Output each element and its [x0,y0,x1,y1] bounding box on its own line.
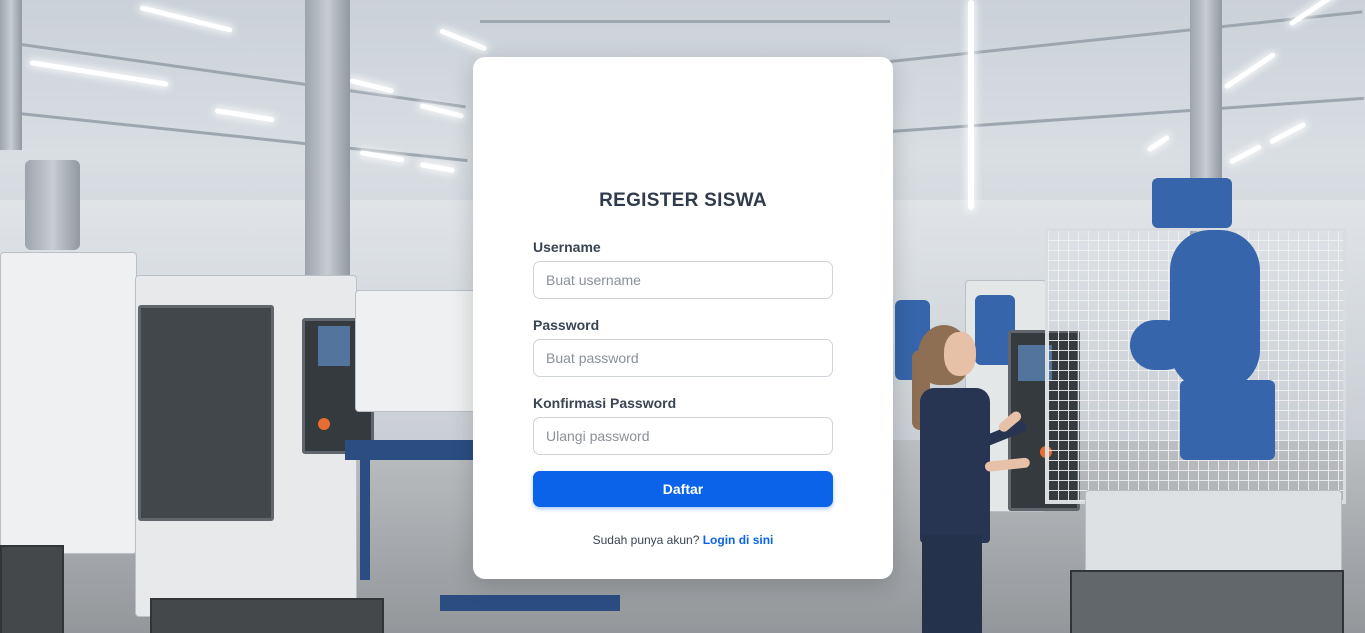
password-label: Password [533,317,600,333]
confirm-password-label: Konfirmasi Password [533,395,677,411]
page-title: REGISTER SISWA [599,190,767,211]
login-prompt: Sudah punya akun? Login di sini [473,533,893,547]
password-input[interactable] [533,339,833,377]
confirm-password-input[interactable] [533,417,833,455]
username-input[interactable] [533,261,833,299]
login-prompt-text: Sudah punya akun? [592,533,700,547]
username-label: Username [533,239,601,255]
register-card: REGISTER SISWA Username Password Konfirm… [473,57,893,579]
login-link[interactable]: Login di sini [703,533,774,547]
register-button[interactable]: Daftar [533,471,833,507]
